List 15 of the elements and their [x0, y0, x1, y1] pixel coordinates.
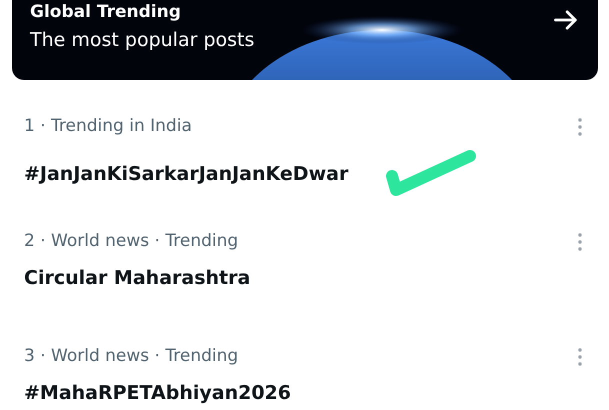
banner-subtitle: The most popular posts	[30, 28, 254, 53]
trend-item[interactable]: 2 · World news · Trending Circular Maharashtra	[0, 195, 609, 310]
trend-item[interactable]: 1 · Trending in India #JanJanKiSarkarJanJanKeDwar	[0, 80, 609, 195]
more-options-icon[interactable]	[578, 233, 582, 251]
trend-name: Circular Maharashtra	[24, 266, 250, 291]
banner-title: Global Trending	[30, 1, 182, 23]
trend-name: #JanJanKiSarkarJanJanKeDwar	[24, 162, 348, 187]
trend-name: #MahaRPETAbhiyan2026	[24, 381, 291, 406]
trend-meta: 3 · World news · Trending	[24, 345, 240, 368]
more-options-icon[interactable]	[578, 118, 582, 136]
trend-meta: 2 · World news · Trending	[24, 230, 240, 253]
banner-card[interactable]: Global Trending The most popular posts	[12, 0, 598, 80]
more-options-icon[interactable]	[578, 348, 582, 366]
trend-meta: 1 · Trending in India	[24, 115, 193, 138]
trend-item[interactable]: 3 · World news · Trending #MahaRPETAbhiyan2026	[0, 310, 609, 410]
